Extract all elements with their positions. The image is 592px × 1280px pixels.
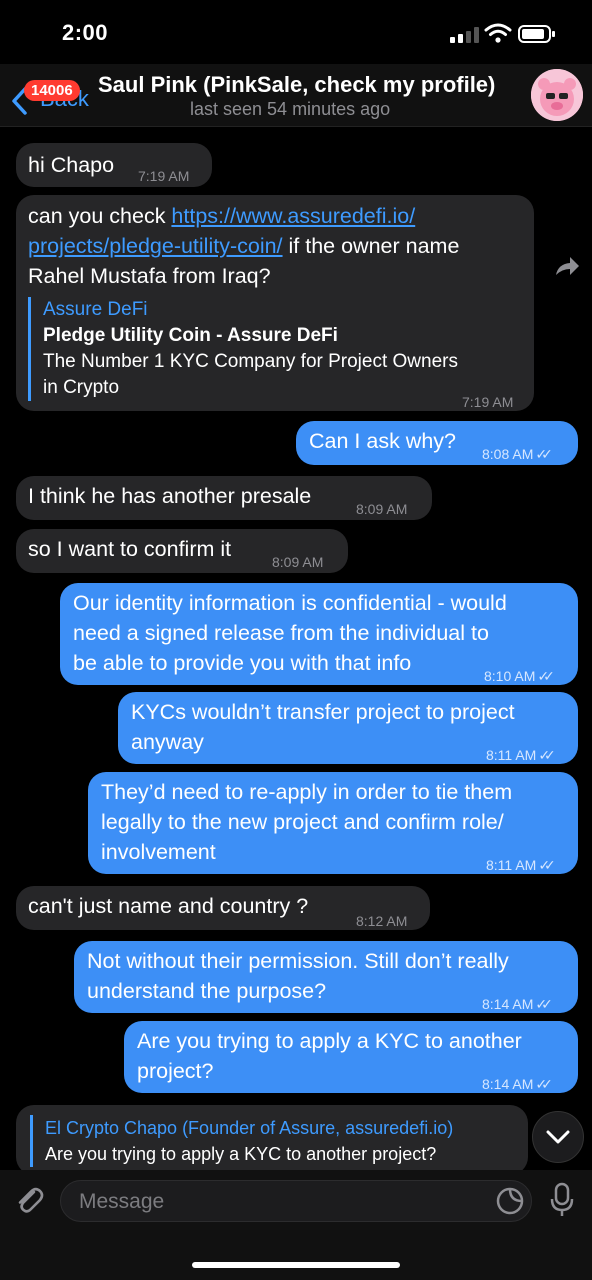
message-time: 8:14 AM ✓✓ [482, 989, 553, 1019]
message-time: 8:11 AM ✓✓ [486, 850, 556, 880]
link-preview-description: in Crypto [43, 377, 120, 398]
battery-icon [518, 25, 555, 43]
link-preview[interactable]: Assure DeFi Pledge Utility Coin - Assure… [28, 297, 528, 401]
message-time-text: 8:14 AM [482, 1076, 534, 1092]
message-time: 8:14 AM ✓✓ [482, 1069, 553, 1099]
status-bar: 2:00 [0, 0, 592, 64]
message-time: 8:12 AM [356, 913, 408, 929]
message-bubble-outgoing[interactable]: They’d need to re-apply in order to tie … [88, 772, 578, 874]
message-text: if the owner name [282, 234, 460, 258]
read-checkmarks-icon: ✓✓ [538, 857, 556, 873]
message-text: anyway [131, 730, 204, 754]
message-link[interactable]: https://www.assuredefi.io/ [171, 204, 415, 228]
message-text: involvement [101, 840, 216, 864]
reply-quote-text: Are you trying to apply a KYC to another… [45, 1144, 437, 1164]
message-text: hi Chapo [28, 153, 115, 177]
message-time: 8:09 AM [272, 554, 324, 570]
message-bubble-incoming[interactable]: so I want to confirm it 8:09 AM [16, 529, 348, 573]
message-time-text: 8:08 AM [482, 446, 534, 462]
link-preview-site: Assure DeFi [43, 299, 148, 320]
message-text: so I want to confirm it [28, 537, 232, 561]
scroll-to-bottom-button[interactable] [532, 1111, 584, 1163]
last-seen-status: last seen 54 minutes ago [190, 99, 391, 119]
avatar-image [531, 69, 583, 121]
message-text: Rahel Mustafa from Iraq? [28, 264, 271, 288]
message-bubble-outgoing[interactable]: Can I ask why? 8:08 AM ✓✓ [296, 421, 578, 465]
message-bubble-incoming[interactable]: hi Chapo 7:19 AM [16, 143, 212, 187]
chat-title[interactable]: Saul Pink (PinkSale, check my profile) [98, 72, 495, 98]
unread-badge: 14006 [24, 80, 80, 101]
home-indicator [192, 1262, 400, 1268]
message-text: need a signed release from the individua… [73, 621, 489, 645]
message-time: 8:09 AM [356, 501, 408, 517]
message-text: Our identity information is confidential… [73, 591, 507, 615]
message-text: Can I ask why? [309, 429, 456, 453]
message-time-text: 8:11 AM [486, 857, 537, 873]
message-time: 8:11 AM ✓✓ [486, 740, 556, 770]
message-time: 7:19 AM [138, 168, 190, 184]
link-preview-description: The Number 1 KYC Company for Project Own… [43, 351, 458, 372]
message-text: Are you trying to apply a KYC to another [137, 1029, 522, 1053]
message-list[interactable]: hi Chapo 7:19 AM can you check https://w… [0, 127, 592, 1170]
microphone-icon[interactable] [550, 1182, 574, 1218]
message-bubble-outgoing[interactable]: Not without their permission. Still don’… [74, 941, 578, 1013]
message-bubble-incoming[interactable]: I think he has another presale 8:09 AM [16, 476, 432, 520]
share-icon[interactable] [552, 251, 582, 281]
message-text: can you check [28, 204, 172, 228]
status-time: 2:00 [62, 20, 109, 45]
paperclip-icon[interactable] [12, 1183, 46, 1217]
message-bubble-reply[interactable]: El Crypto Chapo (Founder of Assure, assu… [16, 1105, 528, 1170]
message-text: I think he has another presale [28, 484, 312, 508]
message-text: can't just name and country ? [28, 894, 309, 918]
message-text: be able to provide you with that info [73, 651, 412, 675]
link-preview-title: Pledge Utility Coin - Assure DeFi [43, 325, 338, 346]
message-time-text: 8:11 AM [486, 747, 537, 763]
read-checkmarks-icon: ✓✓ [535, 446, 553, 462]
message-text: They’d need to re-apply in order to tie … [101, 780, 513, 804]
message-input[interactable] [77, 1181, 481, 1223]
avatar[interactable] [531, 69, 583, 121]
chevron-down-icon [546, 1130, 570, 1144]
message-time: 7:19 AM [462, 394, 514, 410]
message-bubble-outgoing[interactable]: Our identity information is confidential… [60, 583, 578, 685]
message-bubble-incoming[interactable]: can you check https://www.assuredefi.io/… [16, 195, 534, 411]
message-time-text: 8:14 AM [482, 996, 534, 1012]
message-text: legally to the new project and confirm r… [101, 810, 504, 834]
reply-author: El Crypto Chapo (Founder of Assure, assu… [45, 1118, 454, 1138]
message-time: 8:10 AM ✓✓ [484, 661, 555, 691]
message-text: project? [137, 1059, 214, 1083]
message-bubble-outgoing[interactable]: KYCs wouldn’t transfer project to projec… [118, 692, 578, 764]
message-text: understand the purpose? [87, 979, 327, 1003]
message-time: 8:08 AM ✓✓ [482, 439, 553, 469]
chat-header: Back 14006 Saul Pink (PinkSale, check my… [0, 64, 592, 127]
read-checkmarks-icon: ✓✓ [538, 747, 556, 763]
message-text: Not without their permission. Still don’… [87, 949, 509, 973]
sticker-icon[interactable] [495, 1186, 525, 1216]
message-link[interactable]: projects/pledge-utility-coin/ [28, 234, 283, 258]
message-bubble-incoming[interactable]: can't just name and country ? 8:12 AM [16, 886, 430, 930]
back-button[interactable]: Back 14006 [8, 80, 98, 118]
message-text: KYCs wouldn’t transfer project to projec… [131, 700, 515, 724]
read-checkmarks-icon: ✓✓ [537, 668, 555, 684]
read-checkmarks-icon: ✓✓ [535, 996, 553, 1012]
message-input-bar [0, 1170, 592, 1280]
read-checkmarks-icon: ✓✓ [535, 1076, 553, 1092]
message-field[interactable] [60, 1180, 532, 1223]
reply-quote[interactable]: El Crypto Chapo (Founder of Assure, assu… [30, 1115, 453, 1167]
message-time-text: 8:10 AM [484, 668, 536, 684]
signal-icon [450, 27, 479, 43]
wifi-icon [484, 23, 512, 43]
message-bubble-outgoing[interactable]: Are you trying to apply a KYC to another… [124, 1021, 578, 1093]
